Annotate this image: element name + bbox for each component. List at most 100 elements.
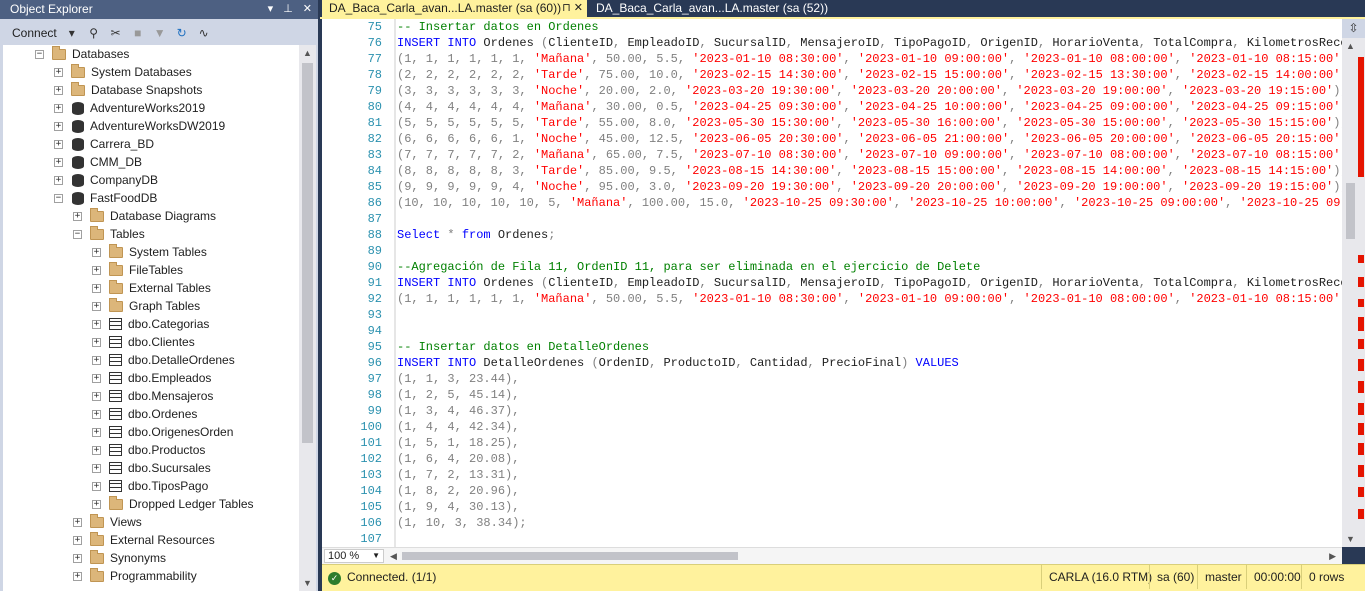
expand-icon[interactable]: + xyxy=(73,211,82,221)
code-line[interactable]: (3, 3, 3, 3, 3, 3, 'Noche', 20.00, 2.0, … xyxy=(397,83,1342,99)
expand-icon[interactable]: + xyxy=(92,373,101,383)
code-line[interactable]: (1, 1, 3, 23.44), xyxy=(397,371,519,387)
expand-icon[interactable]: + xyxy=(92,283,101,293)
scroll-down-icon[interactable]: ▼ xyxy=(299,575,316,591)
tree-node[interactable]: + CMM_DB xyxy=(54,153,142,171)
code-line[interactable]: (1, 7, 2, 13.31), xyxy=(397,467,519,483)
tree-node[interactable]: + Graph Tables xyxy=(92,297,200,315)
expand-icon[interactable]: + xyxy=(92,355,101,365)
expand-icon[interactable]: + xyxy=(92,481,101,491)
scroll-up-icon[interactable]: ▲ xyxy=(1342,38,1359,54)
scrollbar-thumb[interactable] xyxy=(302,63,313,443)
code-line[interactable]: --Agregación de Fila 11, OrdenID 11, par… xyxy=(397,259,980,275)
stop-icon[interactable]: ■ xyxy=(131,26,145,40)
connect-button[interactable]: Connect xyxy=(12,26,57,40)
tab-pin-close-icons[interactable]: ⊓ ✕ xyxy=(562,0,583,17)
tree-node[interactable]: + System Databases xyxy=(54,63,192,81)
expand-icon[interactable]: + xyxy=(92,427,101,437)
code-line[interactable]: (1, 9, 4, 30.13), xyxy=(397,499,519,515)
code-line[interactable]: (8, 8, 8, 8, 8, 3, 'Tarde', 85.00, 9.5, … xyxy=(397,163,1342,179)
code-line[interactable]: (4, 4, 4, 4, 4, 4, 'Mañana', 30.00, 0.5,… xyxy=(397,99,1342,115)
expand-icon[interactable]: + xyxy=(92,319,101,329)
code-line[interactable]: (1, 1, 1, 1, 1, 1, 'Mañana', 50.00, 5.5,… xyxy=(397,51,1342,67)
query-editor[interactable]: 75 76 77 78 79 80 81 82 83 84 85 86 87 88 89 90 91 92 93 94… xyxy=(322,19,1342,547)
expand-icon[interactable]: + xyxy=(54,103,63,113)
code-line[interactable]: (9, 9, 9, 9, 9, 4, 'Noche', 95.00, 3.0, … xyxy=(397,179,1342,195)
connect-plug-icon[interactable]: ⚲ xyxy=(87,26,101,40)
object-explorer-tree[interactable]: − Databases + System Databases + Database Sna… xyxy=(3,45,299,591)
code-line[interactable]: Select * from Ordenes; xyxy=(397,227,555,243)
tree-node[interactable]: + dbo.Productos xyxy=(92,441,205,459)
tab-query-60[interactable]: DA_Baca_Carla_avan...LA.master (sa (60))… xyxy=(322,0,587,17)
refresh-icon[interactable]: ↻ xyxy=(175,26,189,40)
code-line[interactable]: (1, 1, 1, 1, 1, 1, 'Mañana', 50.00, 5.5,… xyxy=(397,291,1342,307)
code-line[interactable]: INSERT INTO Ordenes (ClienteID, Empleado… xyxy=(397,275,1342,291)
tree-node[interactable]: + Programmability xyxy=(73,567,197,585)
code-line[interactable]: -- Insertar datos en DetalleOrdenes xyxy=(397,339,649,355)
editor-vertical-scrollbar[interactable]: ⇳ ▲ ▼ xyxy=(1342,19,1365,547)
tree-node[interactable]: + Dropped Ledger Tables xyxy=(92,495,254,513)
split-window-icon[interactable]: ⇳ xyxy=(1342,19,1365,38)
expand-icon[interactable]: + xyxy=(54,67,63,77)
code-line[interactable]: (1, 3, 4, 46.37), xyxy=(397,403,519,419)
tree-node[interactable]: + dbo.Clientes xyxy=(92,333,195,351)
scroll-down-icon[interactable]: ▼ xyxy=(1342,531,1359,547)
activity-monitor-icon[interactable]: ∿ xyxy=(197,26,211,40)
code-area[interactable]: -- Insertar datos en Ordenes INSERT INTO … xyxy=(397,19,1342,547)
code-line[interactable]: (1, 6, 4, 20.08), xyxy=(397,451,519,467)
collapse-icon[interactable]: − xyxy=(54,193,63,203)
tree-node[interactable]: − Tables xyxy=(73,225,145,243)
tree-node[interactable]: + dbo.Empleados xyxy=(92,369,211,387)
expand-icon[interactable]: + xyxy=(92,247,101,257)
code-line[interactable]: (1, 4, 4, 42.34), xyxy=(397,419,519,435)
scroll-right-icon[interactable]: ▶ xyxy=(1329,548,1336,564)
tree-node[interactable]: + FileTables xyxy=(92,261,183,279)
pin-icon[interactable]: ⊥ xyxy=(283,0,293,19)
tree-node[interactable]: + CompanyDB xyxy=(54,171,158,189)
scrollbar-thumb[interactable] xyxy=(402,552,738,560)
expand-icon[interactable]: + xyxy=(92,391,101,401)
tree-node[interactable]: + dbo.Categorias xyxy=(92,315,209,333)
expand-icon[interactable]: + xyxy=(73,535,82,545)
code-line[interactable]: INSERT INTO DetalleOrdenes (OrdenID, Pro… xyxy=(397,355,959,371)
code-line[interactable]: (1, 5, 1, 18.25), xyxy=(397,435,519,451)
tree-node[interactable]: + Synonyms xyxy=(73,549,166,567)
expand-icon[interactable]: + xyxy=(92,445,101,455)
tree-node[interactable]: + dbo.Sucursales xyxy=(92,459,211,477)
code-line[interactable]: (1, 2, 5, 45.14), xyxy=(397,387,519,403)
window-position-icon[interactable]: ▾ xyxy=(268,0,274,19)
expand-icon[interactable]: + xyxy=(54,85,63,95)
tree-node[interactable]: − FastFoodDB xyxy=(54,189,157,207)
code-line[interactable]: (1, 8, 2, 20.96), xyxy=(397,483,519,499)
editor-horizontal-scrollbar[interactable]: 100 % ▼ ◀ ▶ xyxy=(322,547,1342,564)
scrollbar-thumb[interactable] xyxy=(1346,183,1355,239)
expand-icon[interactable]: + xyxy=(73,553,82,563)
tree-node[interactable]: + Database Snapshots xyxy=(54,81,202,99)
tree-node[interactable]: + External Tables xyxy=(92,279,211,297)
tree-node[interactable]: + dbo.DetalleOrdenes xyxy=(92,351,235,369)
expand-icon[interactable]: + xyxy=(54,175,63,185)
code-line[interactable]: -- Insertar datos en Ordenes xyxy=(397,19,599,35)
tree-node[interactable]: + dbo.Mensajeros xyxy=(92,387,213,405)
expand-icon[interactable]: + xyxy=(73,517,82,527)
tree-node[interactable]: + Views xyxy=(73,513,142,531)
expand-icon[interactable]: + xyxy=(54,139,63,149)
zoom-select[interactable]: 100 % ▼ xyxy=(324,549,384,563)
expand-icon[interactable]: + xyxy=(92,265,101,275)
code-line[interactable]: (7, 7, 7, 7, 7, 2, 'Mañana', 65.00, 7.5,… xyxy=(397,147,1342,163)
scroll-up-icon[interactable]: ▲ xyxy=(299,45,316,61)
expand-icon[interactable]: + xyxy=(92,409,101,419)
object-explorer-scrollbar[interactable]: ▲ ▼ xyxy=(299,45,316,591)
tree-node[interactable]: + System Tables xyxy=(92,243,207,261)
tree-node[interactable]: + External Resources xyxy=(73,531,215,549)
connect-dropdown-icon[interactable]: ▾ xyxy=(65,26,79,40)
expand-icon[interactable]: + xyxy=(54,157,63,167)
collapse-icon[interactable]: − xyxy=(35,49,44,59)
expand-icon[interactable]: + xyxy=(92,337,101,347)
tree-node[interactable]: + dbo.TiposPago xyxy=(92,477,208,495)
code-line[interactable]: INSERT INTO Ordenes (ClienteID, Empleado… xyxy=(397,35,1342,51)
expand-icon[interactable]: + xyxy=(92,499,101,509)
code-line[interactable]: (1, 10, 3, 38.34); xyxy=(397,515,527,531)
filter-icon[interactable]: ▼ xyxy=(153,26,167,40)
close-icon[interactable]: ✕ xyxy=(303,0,312,19)
